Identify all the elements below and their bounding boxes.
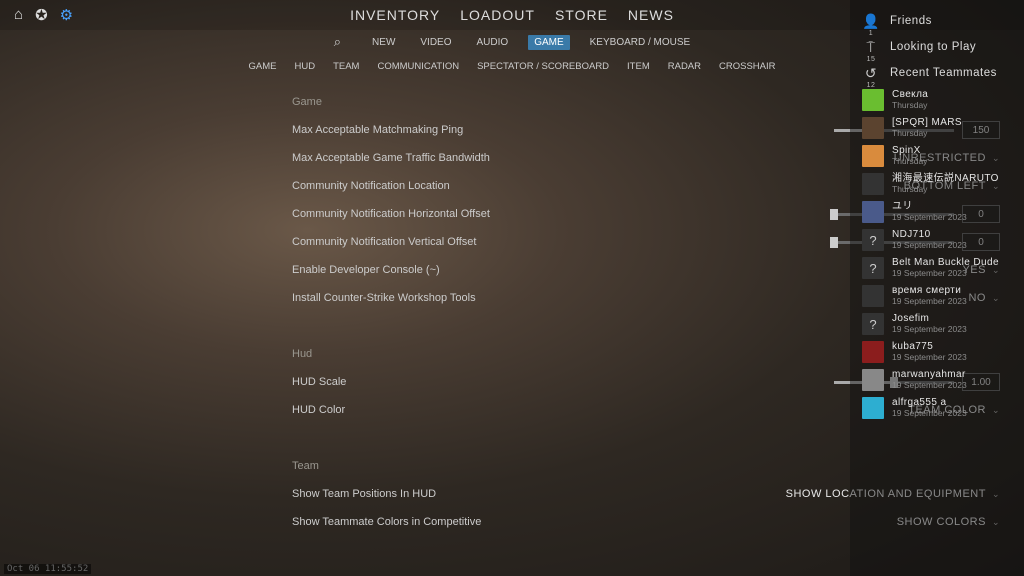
setting-label: Show Team Positions In HUD xyxy=(292,488,786,500)
player-row[interactable]: СвеклаThursday xyxy=(850,86,1024,114)
gear-icon[interactable]: ⚙ xyxy=(60,6,73,24)
settings-sec-hud[interactable]: HUD xyxy=(294,61,315,72)
settings-cat-game[interactable]: GAME xyxy=(528,35,569,50)
setting-label: HUD Color xyxy=(292,404,908,416)
player-row[interactable]: время смерти19 September 2023 xyxy=(850,282,1024,310)
setting-label: Max Acceptable Matchmaking Ping xyxy=(292,124,834,136)
player-date: 19 September 2023 xyxy=(892,409,967,419)
setting-label: Community Notification Horizontal Offset xyxy=(292,208,834,220)
avatar xyxy=(862,285,884,307)
player-list: СвеклаThursday[SPQR] MARSThursdaySpinXTh… xyxy=(850,86,1024,422)
top-nav: INVENTORY LOADOUT STORE NEWS xyxy=(350,7,674,23)
avatar xyxy=(862,173,884,195)
player-date: Thursday xyxy=(892,185,999,195)
player-date: 19 September 2023 xyxy=(892,297,967,307)
setting-label: Max Acceptable Game Traffic Bandwidth xyxy=(292,152,894,164)
player-row[interactable]: ?Belt Man Buckle Dude19 September 2023 xyxy=(850,254,1024,282)
avatar xyxy=(862,369,884,391)
player-row[interactable]: ?NDJ71019 September 2023 xyxy=(850,226,1024,254)
settings-sec-team[interactable]: TEAM xyxy=(333,61,359,72)
player-row[interactable]: alfrga555 a19 September 2023 xyxy=(850,394,1024,422)
player-row[interactable]: ?Josefim19 September 2023 xyxy=(850,310,1024,338)
tv-icon[interactable]: ✪ xyxy=(35,6,48,24)
player-date: Thursday xyxy=(892,129,962,139)
settings-cat-audio[interactable]: AUDIO xyxy=(472,35,514,50)
player-row[interactable]: [SPQR] MARSThursday xyxy=(850,114,1024,142)
player-date: 19 September 2023 xyxy=(892,381,967,391)
search-icon[interactable]: ⌕ xyxy=(329,32,346,52)
avatar xyxy=(862,341,884,363)
settings-cat-video[interactable]: VIDEO xyxy=(415,35,456,50)
avatar xyxy=(862,201,884,223)
sidebar-recent-teammates[interactable]: ↺12 Recent Teammates xyxy=(850,60,1024,86)
topbar-left-icons: ⌂ ✪ ⚙ xyxy=(0,6,73,24)
player-date: Thursday xyxy=(892,101,928,111)
player-row[interactable]: kuba77519 September 2023 xyxy=(850,338,1024,366)
player-row[interactable]: ユリ19 September 2023 xyxy=(850,198,1024,226)
player-date: 19 September 2023 xyxy=(892,213,967,223)
settings-sec-communication[interactable]: COMMUNICATION xyxy=(377,61,459,72)
nav-news[interactable]: NEWS xyxy=(628,7,674,23)
setting-label: Community Notification Vertical Offset xyxy=(292,236,834,248)
settings-cat-keyboard-mouse[interactable]: KEYBOARD / MOUSE xyxy=(585,35,696,50)
settings-sec-crosshair[interactable]: CROSSHAIR xyxy=(719,61,775,72)
player-row[interactable]: marwanyahmar19 September 2023 xyxy=(850,366,1024,394)
avatar xyxy=(862,397,884,419)
player-date: Thursday xyxy=(892,157,927,167)
antenna-icon: ⍑15 xyxy=(862,39,880,56)
player-row[interactable]: SpinXThursday xyxy=(850,142,1024,170)
player-date: 19 September 2023 xyxy=(892,353,967,363)
nav-store[interactable]: STORE xyxy=(555,7,608,23)
setting-label: Show Teammate Colors in Competitive xyxy=(292,516,897,528)
home-icon[interactable]: ⌂ xyxy=(14,6,23,24)
nav-inventory[interactable]: INVENTORY xyxy=(350,7,440,23)
settings-sec-spectator-scoreboard[interactable]: SPECTATOR / SCOREBOARD xyxy=(477,61,609,72)
nav-loadout[interactable]: LOADOUT xyxy=(460,7,535,23)
avatar: ? xyxy=(862,313,884,335)
setting-label: HUD Scale xyxy=(292,376,834,388)
player-date: 19 September 2023 xyxy=(892,269,999,279)
friends-icon: 👤1 xyxy=(862,13,880,30)
avatar xyxy=(862,89,884,111)
settings-sec-radar[interactable]: RADAR xyxy=(668,61,701,72)
player-date: 19 September 2023 xyxy=(892,241,967,251)
sidebar-looking-to-play[interactable]: ⍑15 Looking to Play xyxy=(850,34,1024,60)
avatar xyxy=(862,117,884,139)
avatar xyxy=(862,145,884,167)
history-icon: ↺12 xyxy=(862,65,880,82)
player-date: 19 September 2023 xyxy=(892,325,967,335)
timestamp: Oct 06 11:55:52 xyxy=(4,564,91,574)
avatar: ? xyxy=(862,257,884,279)
settings-cat-new[interactable]: NEW xyxy=(367,35,400,50)
avatar: ? xyxy=(862,229,884,251)
settings-sec-item[interactable]: ITEM xyxy=(627,61,650,72)
player-row[interactable]: 湘海最速伝説NARUTOThursday xyxy=(850,170,1024,198)
setting-label: Community Notification Location xyxy=(292,180,904,192)
settings-sec-game[interactable]: GAME xyxy=(248,61,276,72)
sidebar-friends[interactable]: 👤1 Friends xyxy=(850,8,1024,34)
sidebar: 👤1 Friends ⍑15 Looking to Play ↺12 Recen… xyxy=(850,0,1024,576)
